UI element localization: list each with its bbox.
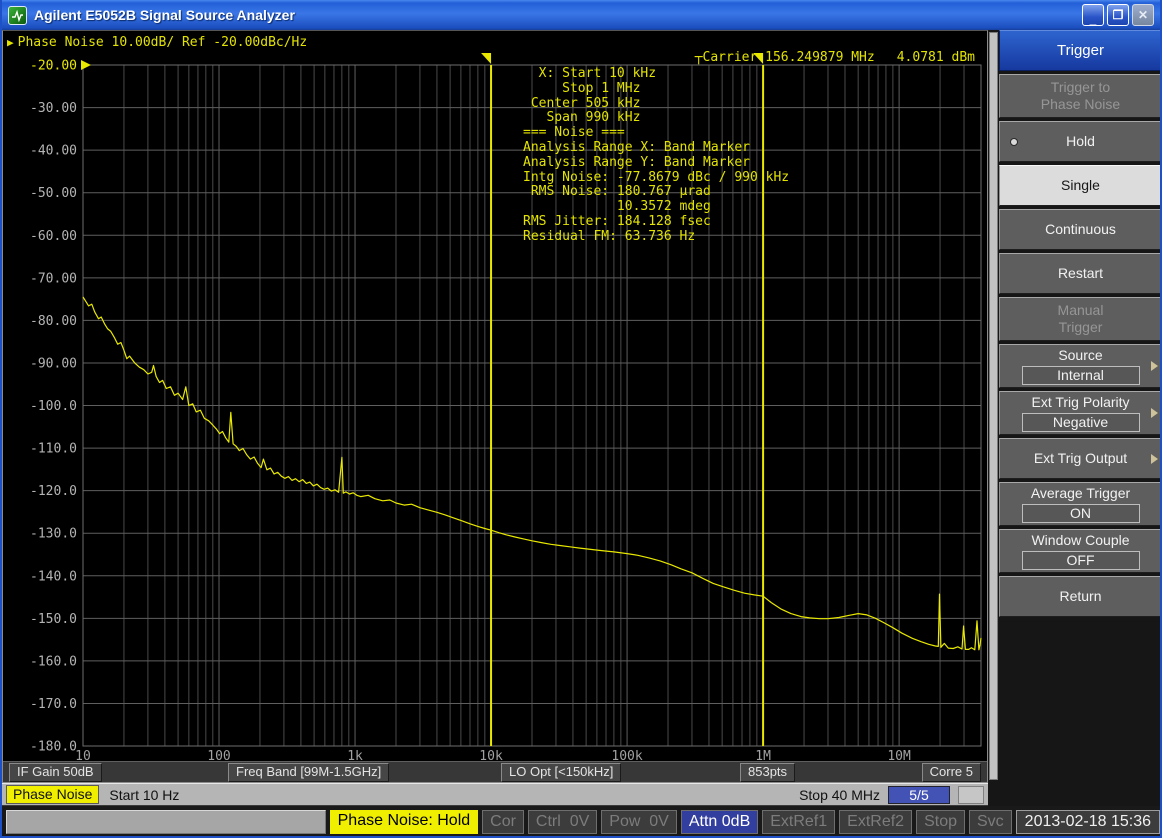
menu-item-ext-trig-output[interactable]: Ext Trig Output [999, 438, 1162, 479]
ref-level-label: -20.00 [30, 59, 77, 74]
menu-item-value: Negative [1022, 413, 1140, 432]
menu-item-label: Source [1058, 347, 1102, 364]
y-tick-label: -160.0 [30, 654, 77, 669]
menu-item-value: ON [1022, 504, 1140, 523]
carrier-readout: ┬Carrier 156.249879 MHz 4.0781 dBm [695, 50, 975, 65]
ref-level-arrow-icon [81, 60, 91, 70]
y-tick-label: -80.00 [30, 314, 77, 329]
menu-item-label: Hold [1066, 133, 1095, 150]
status-indicator-extref2: ExtRef2 [839, 810, 912, 834]
menu-item-restart[interactable]: Restart [999, 253, 1162, 294]
submenu-arrow-icon [1151, 408, 1158, 418]
noise-analysis-readout: X: Start 10 kHz Stop 1 MHz Center 505 kH… [523, 67, 789, 245]
menu-item-trigger-to-phase-noise: Trigger to Phase Noise [999, 74, 1162, 118]
trace-info-bar: ▶ Phase Noise 10.00dB/ Ref -20.00dBc/Hz [7, 33, 307, 51]
carrier-power: 4.0781 dBm [897, 50, 975, 65]
status-indicator-svc: Svc [969, 810, 1012, 834]
status-indicator-ctrl-0v: Ctrl 0V [528, 810, 597, 834]
app-icon [8, 6, 27, 25]
y-tick-label: -100.0 [30, 399, 77, 414]
status-bar: Phase Noise: Hold CorCtrl 0VPow 0VAttn 0… [2, 806, 1162, 838]
menu-item-label: Return [1059, 588, 1101, 605]
menu-item-label: Trigger to Phase Noise [1041, 79, 1120, 113]
start-frequency-label: Start 10 Hz [109, 787, 179, 803]
trigger-state-badge: Phase Noise: Hold [330, 810, 479, 834]
band-marker-start-10khz-flag-icon[interactable] [481, 53, 491, 64]
y-tick-label: -30.00 [30, 101, 77, 116]
carrier-label: Carrier [703, 50, 758, 65]
window-title: Agilent E5052B Signal Source Analyzer [34, 7, 1075, 23]
carrier-frequency: 156.249879 MHz [765, 50, 875, 65]
menu-scrollbar[interactable] [989, 32, 998, 780]
softkey-sidebar: Trigger Trigger to Phase Noise Hold Single… [988, 30, 1162, 806]
y-tick-label: -60.00 [30, 229, 77, 244]
y-tick-label: -40.00 [30, 144, 77, 159]
range-bar-spacer-box [958, 786, 984, 804]
menu-item-label: Window Couple [1031, 532, 1129, 549]
setting-853pts: 853pts [740, 763, 795, 782]
application-window: Agilent E5052B Signal Source Analyzer _ … [0, 0, 1162, 838]
tab-phase-noise[interactable]: Phase Noise [6, 785, 99, 804]
setting-lo-opt-150khz: LO Opt [<150kHz] [501, 763, 621, 782]
menu-item-manual-trigger: Manual Trigger [999, 297, 1162, 341]
phase-noise-plot-panel: ▶ Phase Noise 10.00dB/ Ref -20.00dBc/Hz … [2, 30, 988, 783]
y-tick-label: -130.0 [30, 527, 77, 542]
y-tick-label: -90.00 [30, 356, 77, 371]
trace-scale-label: Phase Noise 10.00dB/ Ref -20.00dBc/Hz [18, 35, 308, 50]
setting-freq-band-99m-1-5ghz: Freq Band [99M-1.5GHz] [228, 763, 389, 782]
close-button[interactable]: ✕ [1132, 4, 1154, 26]
y-tick-label: -70.00 [30, 271, 77, 286]
status-indicator-cor: Cor [482, 810, 524, 834]
trace-marker-icon: ▶ [7, 36, 14, 49]
menu-item-label: Ext Trig Output [1034, 450, 1127, 467]
setting-if-gain-50db: IF Gain 50dB [9, 763, 102, 782]
status-indicator-pow-0v: Pow 0V [601, 810, 677, 834]
status-indicator-stop: Stop [916, 810, 965, 834]
selected-bullet-icon [1010, 138, 1018, 146]
menu-item-ext-trig-polarity[interactable]: Ext Trig Polarity Negative [999, 391, 1162, 435]
carrier-marker-icon: ┬ [695, 50, 703, 65]
softkey-menu: Trigger Trigger to Phase Noise Hold Single… [999, 30, 1162, 617]
menu-item-window-couple[interactable]: Window Couple OFF [999, 529, 1162, 573]
status-indicator-attn-0db: Attn 0dB [681, 810, 758, 834]
phase-noise-chart: -20.00 -30.00 -40.00 -50.00 -60.00 -70.00 -80.… [3, 31, 987, 762]
submenu-arrow-icon [1151, 454, 1158, 464]
trace-count-badge: 5/5 [888, 786, 950, 804]
status-indicator-extref1: ExtRef1 [762, 810, 835, 834]
y-tick-label: -120.0 [30, 484, 77, 499]
window-titlebar: Agilent E5052B Signal Source Analyzer _ … [2, 0, 1160, 30]
submenu-arrow-icon [1151, 361, 1158, 371]
message-panel [6, 810, 326, 834]
menu-item-return[interactable]: Return [999, 576, 1162, 617]
menu-item-value: Internal [1022, 366, 1140, 385]
y-tick-label: -180.0 [30, 740, 77, 755]
stop-frequency-label: Stop 40 MHz [799, 787, 880, 803]
menu-item-source[interactable]: Source Internal [999, 344, 1162, 388]
menu-item-label: Manual Trigger [1058, 302, 1104, 336]
datetime-display: 2013-02-18 15:36 [1016, 810, 1160, 834]
menu-item-continuous[interactable]: Continuous [999, 209, 1162, 250]
menu-item-label: Ext Trig Polarity [1031, 394, 1129, 411]
menu-item-value: OFF [1022, 551, 1140, 570]
y-tick-label: -110.0 [30, 442, 77, 457]
y-tick-label: -150.0 [30, 612, 77, 627]
menu-item-label: Average Trigger [1031, 485, 1130, 502]
menu-item-hold[interactable]: Hold [999, 121, 1162, 162]
menu-item-average-trigger[interactable]: Average Trigger ON [999, 482, 1162, 526]
menu-item-label: Continuous [1045, 221, 1116, 238]
menu-title: Trigger [999, 30, 1162, 71]
menu-item-label: Single [1061, 177, 1100, 194]
setting-corre-5: Corre 5 [922, 763, 981, 782]
restore-button[interactable]: ❐ [1107, 4, 1129, 26]
y-tick-label: -140.0 [30, 569, 77, 584]
menu-item-label: Restart [1058, 265, 1103, 282]
measurement-range-bar: Phase Noise Start 10 Hz Stop 40 MHz 5/5 [2, 783, 988, 806]
minimize-button[interactable]: _ [1082, 4, 1104, 26]
y-tick-label: -170.0 [30, 697, 77, 712]
y-tick-label: -50.00 [30, 186, 77, 201]
menu-item-single[interactable]: Single [999, 165, 1162, 206]
settings-strip: IF Gain 50dB Freq Band [99M-1.5GHz] LO Opt… [3, 761, 987, 782]
